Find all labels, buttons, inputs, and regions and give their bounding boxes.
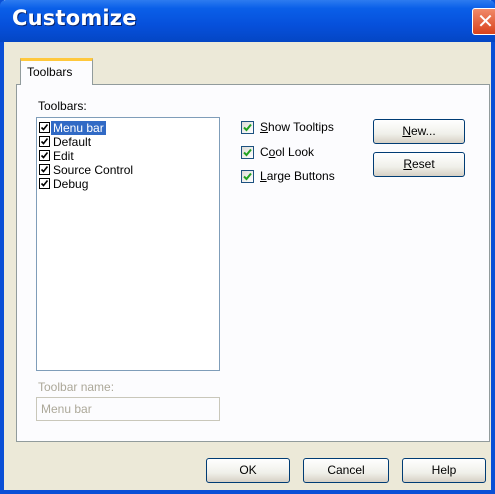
checkbox-icon[interactable] <box>39 164 50 175</box>
toolbar-name-field[interactable]: Menu bar <box>36 397 220 421</box>
list-item[interactable]: Default <box>39 135 217 149</box>
cancel-button[interactable]: Cancel <box>303 458 389 483</box>
list-item[interactable]: Menu bar <box>39 121 217 135</box>
checkbox-icon[interactable] <box>39 136 50 147</box>
toolbar-name-label: Toolbar name: <box>38 380 115 394</box>
checkbox-icon[interactable] <box>39 122 50 133</box>
list-item[interactable]: Debug <box>39 177 217 191</box>
toolbars-listbox[interactable]: Menu bar Default Edit Source Control Deb… <box>36 117 220 371</box>
toolbars-label: Toolbars: <box>38 99 87 113</box>
window-title: Customize <box>12 6 137 30</box>
cool-look-checkbox[interactable] <box>241 146 254 159</box>
title-bar[interactable]: Customize <box>0 0 495 42</box>
large-buttons-label: Large Buttons <box>260 169 335 183</box>
show-tooltips-label: Show Tooltips <box>260 120 334 134</box>
new-button[interactable]: New... <box>373 119 465 144</box>
cool-look-label: Cool Look <box>260 145 315 159</box>
checkbox-icon[interactable] <box>39 178 50 189</box>
large-buttons-checkbox[interactable] <box>241 170 254 183</box>
ok-button[interactable]: OK <box>206 458 290 483</box>
close-button[interactable]: ✕ <box>472 8 495 35</box>
tab-toolbars[interactable]: Toolbars <box>20 58 93 85</box>
checkbox-icon[interactable] <box>39 150 50 161</box>
list-item[interactable]: Edit <box>39 149 217 163</box>
reset-button[interactable]: Reset <box>373 152 465 177</box>
help-button[interactable]: Help <box>402 458 486 483</box>
list-item[interactable]: Source Control <box>39 163 217 177</box>
show-tooltips-checkbox[interactable] <box>241 121 254 134</box>
close-icon: ✕ <box>477 9 494 33</box>
